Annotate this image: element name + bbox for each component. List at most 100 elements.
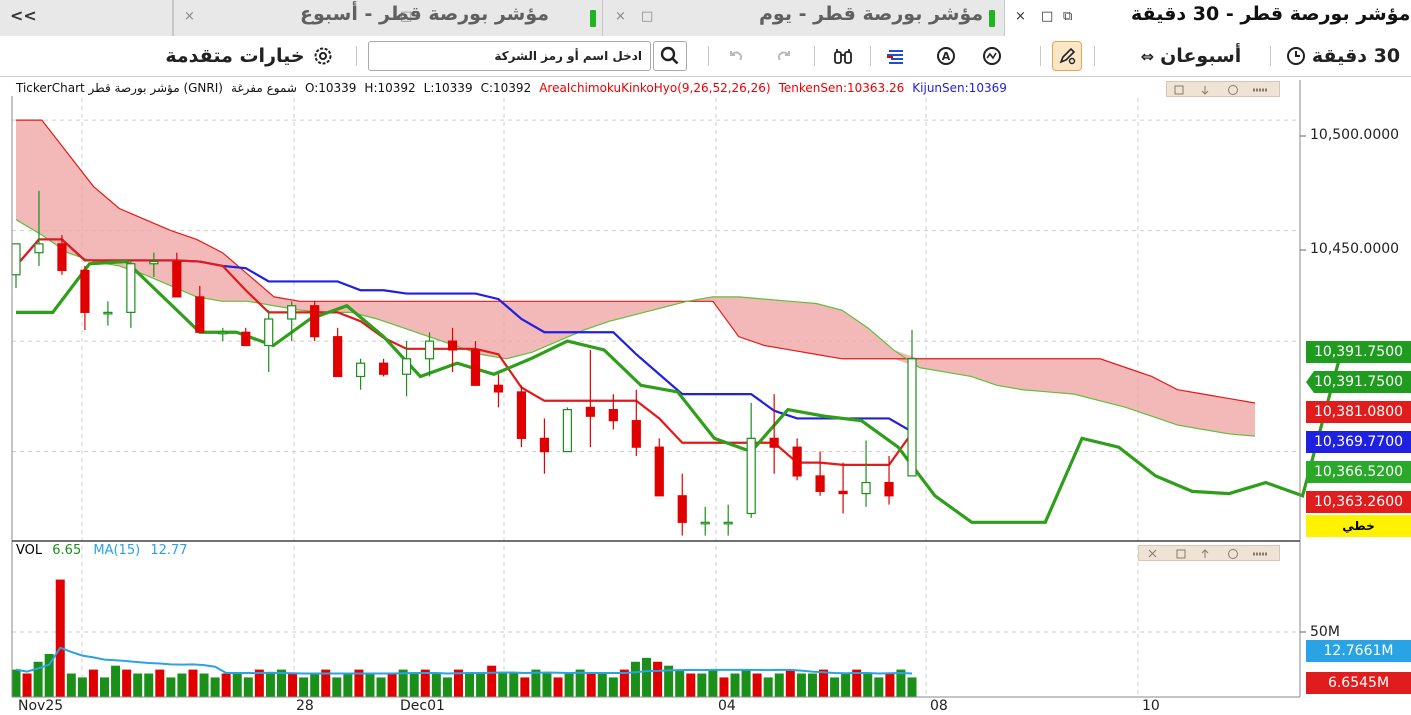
volume-bar (88, 669, 98, 697)
advanced-options-button[interactable]: خيارات متقدمة (150, 41, 348, 71)
volume-bar (354, 669, 364, 697)
volume-bar (199, 673, 209, 697)
tabs-overflow-button[interactable]: << (10, 6, 37, 25)
volume-bar (863, 673, 873, 697)
candle-body (11, 243, 21, 276)
panel-controls-icon (1148, 549, 1267, 559)
toolbar-separator (1094, 46, 1095, 66)
date-label: 04 (718, 698, 736, 714)
interval-label: 30 دقيقة (1311, 45, 1401, 67)
date-label: Dec01 (400, 698, 445, 714)
interval-button[interactable]: 30 دقيقة (1282, 41, 1404, 71)
candle-body (218, 331, 228, 335)
maximize-icon[interactable]: □ (1041, 9, 1053, 24)
volume-bar (66, 673, 76, 697)
tab-week[interactable]: × □ مؤشر بورصة قطر - أسبوع (172, 0, 603, 36)
pen-icon (1059, 47, 1076, 65)
levels-button[interactable] (882, 41, 910, 71)
indicators-button[interactable] (978, 41, 1006, 71)
volume-bar (22, 673, 32, 697)
volume-bar (719, 677, 729, 697)
volume-bar (442, 677, 452, 697)
volume-bar (785, 669, 795, 697)
date-label: 10 (1142, 698, 1160, 714)
candle-body (654, 446, 664, 497)
candle-body (539, 437, 550, 453)
draw-tools-button[interactable] (1052, 41, 1082, 71)
candle-body (149, 260, 159, 265)
volume-bar (254, 669, 264, 697)
candle-body (57, 243, 67, 271)
date-label: 28 (296, 698, 314, 714)
detach-icon[interactable]: ⧉ (1063, 9, 1072, 24)
volume-bar (608, 677, 618, 697)
volume-bar (531, 669, 541, 697)
candle-body (677, 495, 687, 523)
chikou-span-line (16, 259, 1341, 524)
volume-bar (896, 669, 906, 697)
volume-bar (487, 665, 497, 697)
volume-bar (453, 669, 463, 697)
volume-bar (387, 673, 397, 697)
redo-button[interactable] (770, 41, 798, 71)
binoculars-button[interactable] (828, 41, 858, 71)
volume-bars (11, 579, 917, 697)
price-panel-controls[interactable] (1166, 81, 1280, 97)
price-tick-10450: 10,450.0000 (1310, 241, 1400, 257)
volume-bar (819, 669, 829, 697)
candle-body (356, 362, 366, 378)
candle-body (861, 481, 871, 495)
candle-body (884, 481, 894, 497)
volume-bar (630, 661, 640, 697)
close-icon[interactable]: × (615, 9, 626, 24)
search-input[interactable]: ادخل اسم أو رمز الشركة (368, 41, 651, 71)
volume-bar (11, 669, 21, 697)
tenkan-value: TenkenSen:10363.26 (778, 81, 905, 95)
volume-tick-50m: 50M (1310, 624, 1340, 640)
chart-frame (11, 80, 1306, 698)
toolbar-separator (870, 46, 871, 66)
volume-bar (44, 653, 54, 697)
tab-day[interactable]: × □ مؤشر بورصة قطر - يوم (603, 0, 1005, 36)
volume-value: 6.65 (52, 543, 82, 558)
volume-bar (796, 673, 806, 697)
tab-bar: << × □ مؤشر بورصة قطر - أسبوع × □ مؤشر ب… (0, 0, 1411, 37)
open-value: O:10339 (304, 81, 357, 95)
current-price-marker: 10,391.7500 (1306, 371, 1411, 393)
volume-ma-box: 12.7661M (1306, 640, 1411, 662)
volume-bar (841, 673, 851, 697)
search-button[interactable] (653, 41, 687, 71)
volume-bar (553, 677, 563, 697)
candle-body (80, 269, 90, 313)
maximize-icon[interactable]: □ (641, 9, 653, 24)
period-button[interactable]: ⇔ أسبوعان (1118, 41, 1264, 71)
candle-body (103, 311, 113, 315)
volume-bar (431, 673, 441, 697)
volume-bar (907, 677, 917, 697)
toolbar: 30 دقيقة ⇔ أسبوعان A خيارات متقدمة (0, 36, 1411, 77)
senkou-span-b-line (16, 119, 1256, 404)
undo-button[interactable] (722, 41, 750, 71)
candle-body (723, 521, 733, 525)
volume-bar (310, 673, 320, 697)
volume-bar (664, 665, 674, 697)
tab-30min[interactable]: × □ ⧉ مؤشر بورصة قطر - 30 دقيقة (1005, 0, 1411, 37)
candle-body (838, 490, 848, 495)
candle-body (195, 296, 205, 333)
price-box: 10,363.2600 (1306, 491, 1411, 513)
volume-bar (210, 677, 220, 697)
volume-bar (675, 669, 685, 697)
volume-bar (343, 673, 353, 697)
close-icon[interactable]: × (184, 9, 195, 24)
alerts-button[interactable]: A (932, 41, 960, 71)
volume-panel-controls[interactable] (1138, 545, 1280, 561)
panel-controls-icon (1174, 85, 1267, 95)
volume-bar (122, 669, 132, 697)
volume-legend: VOL 6.65 MA(15) 12.77 (16, 543, 188, 558)
volume-bar (55, 579, 65, 697)
advanced-options-label: خيارات متقدمة (165, 45, 305, 67)
close-icon[interactable]: × (1015, 9, 1026, 24)
volume-bar (243, 677, 253, 697)
candle-body (493, 384, 504, 393)
chart-style-badge[interactable]: خطي (1306, 515, 1411, 537)
